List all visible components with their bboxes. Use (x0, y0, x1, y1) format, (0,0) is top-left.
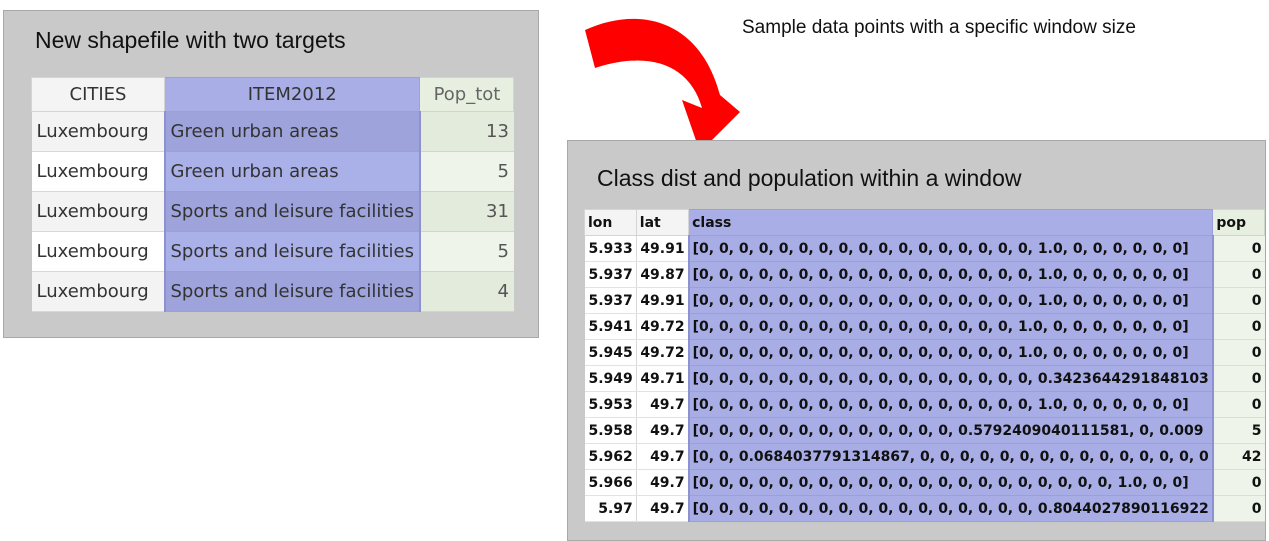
table-header-row: lon lat class pop (584, 209, 1265, 236)
cell-lat[interactable]: 49.7 (636, 495, 689, 522)
cell-class[interactable]: [0, 0, 0, 0, 0, 0, 0, 0, 0, 0, 0, 0, 0, … (687, 287, 1214, 314)
cell-lat[interactable]: 49.87 (636, 261, 689, 288)
cell-item2012[interactable]: Sports and leisure facilities (163, 271, 421, 312)
table-row[interactable]: 5.937 49.91 [0, 0, 0, 0, 0, 0, 0, 0, 0, 0,… (584, 287, 1265, 314)
cell-pop[interactable]: 0 (1212, 235, 1265, 262)
cell-lat[interactable]: 49.91 (636, 235, 689, 262)
cell-class[interactable]: [0, 0, 0, 0, 0, 0, 0, 0, 0, 0, 0, 0, 0, … (687, 495, 1214, 522)
cell-lon[interactable]: 5.945 (584, 339, 637, 366)
cell-pop[interactable]: 0 (1212, 339, 1265, 366)
table-row[interactable]: 5.937 49.87 [0, 0, 0, 0, 0, 0, 0, 0, 0, 0,… (584, 261, 1265, 288)
cell-lat[interactable]: 49.72 (636, 313, 689, 340)
cell-lat[interactable]: 49.7 (636, 443, 689, 470)
column-header-class[interactable]: class (688, 209, 1214, 236)
cell-pop[interactable]: 0 (1212, 313, 1265, 340)
cell-city[interactable]: Luxembourg (31, 191, 165, 232)
curved-arrow-icon (585, 18, 740, 152)
cell-pop[interactable]: 0 (1212, 365, 1265, 392)
table-row[interactable]: 5.933 49.91 [0, 0, 0, 0, 0, 0, 0, 0, 0, 0,… (584, 235, 1265, 262)
cell-lon[interactable]: 5.941 (584, 313, 637, 340)
cell-pop-tot[interactable]: 13 (419, 111, 514, 152)
cell-pop[interactable]: 0 (1212, 495, 1265, 522)
cell-lon[interactable]: 5.949 (584, 365, 637, 392)
cell-item2012[interactable]: Green urban areas (163, 111, 421, 152)
cell-pop[interactable]: 0 (1212, 287, 1265, 314)
cell-item2012[interactable]: Sports and leisure facilities (163, 231, 421, 272)
shapefile-panel: New shapefile with two targets CITIES IT… (3, 10, 539, 338)
cell-city[interactable]: Luxembourg (31, 231, 165, 272)
cell-lon[interactable]: 5.966 (584, 469, 637, 496)
table-row[interactable]: Luxembourg Sports and leisure facilities 4 (31, 271, 514, 312)
cell-city[interactable]: Luxembourg (31, 271, 165, 312)
cell-city[interactable]: Luxembourg (31, 151, 165, 192)
cell-city[interactable]: Luxembourg (31, 111, 165, 152)
cell-lat[interactable]: 49.71 (636, 365, 689, 392)
cell-lat[interactable]: 49.7 (636, 391, 689, 418)
cell-pop[interactable]: 42 (1212, 443, 1265, 470)
cell-lat[interactable]: 49.72 (636, 339, 689, 366)
column-header-pop[interactable]: pop (1212, 209, 1265, 236)
window-table: lon lat class pop 5.933 49.91 [0, 0, 0, 0,… (584, 209, 1265, 522)
shapefile-table: CITIES ITEM2012 Pop_tot Luxembourg Green … (31, 77, 515, 312)
cell-pop-tot[interactable]: 5 (419, 231, 514, 272)
cell-lon[interactable]: 5.937 (584, 261, 637, 288)
cell-class[interactable]: [0, 0, 0, 0, 0, 0, 0, 0, 0, 0, 0, 0, 0, … (687, 261, 1214, 288)
cell-pop[interactable]: 0 (1212, 391, 1265, 418)
annotation-text: Sample data points with a specific windo… (742, 17, 1136, 38)
window-panel-title: Class dist and population within a windo… (597, 165, 1022, 191)
cell-pop[interactable]: 0 (1212, 261, 1265, 288)
cell-pop-tot[interactable]: 4 (419, 271, 514, 312)
column-header-lon[interactable]: lon (584, 209, 637, 236)
cell-class[interactable]: [0, 0, 0, 0, 0, 0, 0, 0, 0, 0, 0, 0, 0, … (687, 365, 1214, 392)
column-header-item2012[interactable]: ITEM2012 (163, 77, 421, 112)
cell-class[interactable]: [0, 0, 0, 0, 0, 0, 0, 0, 0, 0, 0, 0, 0, … (687, 235, 1214, 262)
column-header-pop-tot[interactable]: Pop_tot (419, 77, 515, 112)
cell-pop[interactable]: 0 (1212, 469, 1265, 496)
cell-lon[interactable]: 5.958 (584, 417, 637, 444)
cell-class[interactable]: [0, 0, 0, 0, 0, 0, 0, 0, 0, 0, 0, 0, 0, … (687, 469, 1214, 496)
cell-lon[interactable]: 5.933 (584, 235, 637, 262)
table-row[interactable]: 5.953 49.7 [0, 0, 0, 0, 0, 0, 0, 0, 0, 0, … (584, 391, 1265, 418)
table-row[interactable]: Luxembourg Sports and leisure facilities 5 (31, 231, 514, 272)
table-row[interactable]: Luxembourg Sports and leisure facilities 3… (31, 191, 514, 232)
cell-lat[interactable]: 49.7 (636, 469, 689, 496)
cell-class[interactable]: [0, 0, 0, 0, 0, 0, 0, 0, 0, 0, 0, 0, 0, … (687, 339, 1214, 366)
cell-pop[interactable]: 5 (1212, 417, 1265, 444)
table-row[interactable]: Luxembourg Green urban areas 13 (31, 111, 514, 152)
cell-item2012[interactable]: Sports and leisure facilities (163, 191, 421, 232)
cell-class[interactable]: [0, 0, 0, 0, 0, 0, 0, 0, 0, 0, 0, 0, 0, … (687, 313, 1214, 340)
table-row[interactable]: 5.945 49.72 [0, 0, 0, 0, 0, 0, 0, 0, 0, 0,… (584, 339, 1265, 366)
cell-class[interactable]: [0, 0, 0, 0, 0, 0, 0, 0, 0, 0, 0, 0, 0, … (687, 417, 1214, 444)
table-row[interactable]: 5.949 49.71 [0, 0, 0, 0, 0, 0, 0, 0, 0, 0,… (584, 365, 1265, 392)
table-header-row: CITIES ITEM2012 Pop_tot (31, 77, 515, 112)
cell-item2012[interactable]: Green urban areas (163, 151, 421, 192)
cell-class[interactable]: [0, 0, 0, 0, 0, 0, 0, 0, 0, 0, 0, 0, 0, … (687, 391, 1214, 418)
cell-lat[interactable]: 49.91 (636, 287, 689, 314)
window-panel: Class dist and population within a windo… (567, 140, 1266, 541)
table-row[interactable]: 5.958 49.7 [0, 0, 0, 0, 0, 0, 0, 0, 0, 0, … (584, 417, 1265, 444)
column-header-lat[interactable]: lat (635, 209, 690, 236)
cell-class[interactable]: [0, 0, 0.0684037791314867, 0, 0, 0, 0, 0… (687, 443, 1214, 470)
table-row[interactable]: 5.962 49.7 [0, 0, 0.0684037791314867, 0, 0… (584, 443, 1265, 470)
shapefile-panel-title: New shapefile with two targets (35, 27, 346, 53)
table-row[interactable]: 5.97 49.7 [0, 0, 0, 0, 0, 0, 0, 0, 0, 0, 0… (584, 495, 1265, 522)
column-header-cities[interactable]: CITIES (31, 77, 165, 112)
table-row[interactable]: 5.941 49.72 [0, 0, 0, 0, 0, 0, 0, 0, 0, 0,… (584, 313, 1265, 340)
cell-lon[interactable]: 5.937 (584, 287, 637, 314)
cell-pop-tot[interactable]: 31 (419, 191, 514, 232)
cell-lon[interactable]: 5.97 (584, 495, 637, 522)
table-row[interactable]: 5.966 49.7 [0, 0, 0, 0, 0, 0, 0, 0, 0, 0, … (584, 469, 1265, 496)
cell-lat[interactable]: 49.7 (636, 417, 689, 444)
table-row[interactable]: Luxembourg Green urban areas 5 (31, 151, 514, 192)
cell-lon[interactable]: 5.953 (584, 391, 637, 418)
cell-pop-tot[interactable]: 5 (419, 151, 514, 192)
cell-lon[interactable]: 5.962 (584, 443, 637, 470)
